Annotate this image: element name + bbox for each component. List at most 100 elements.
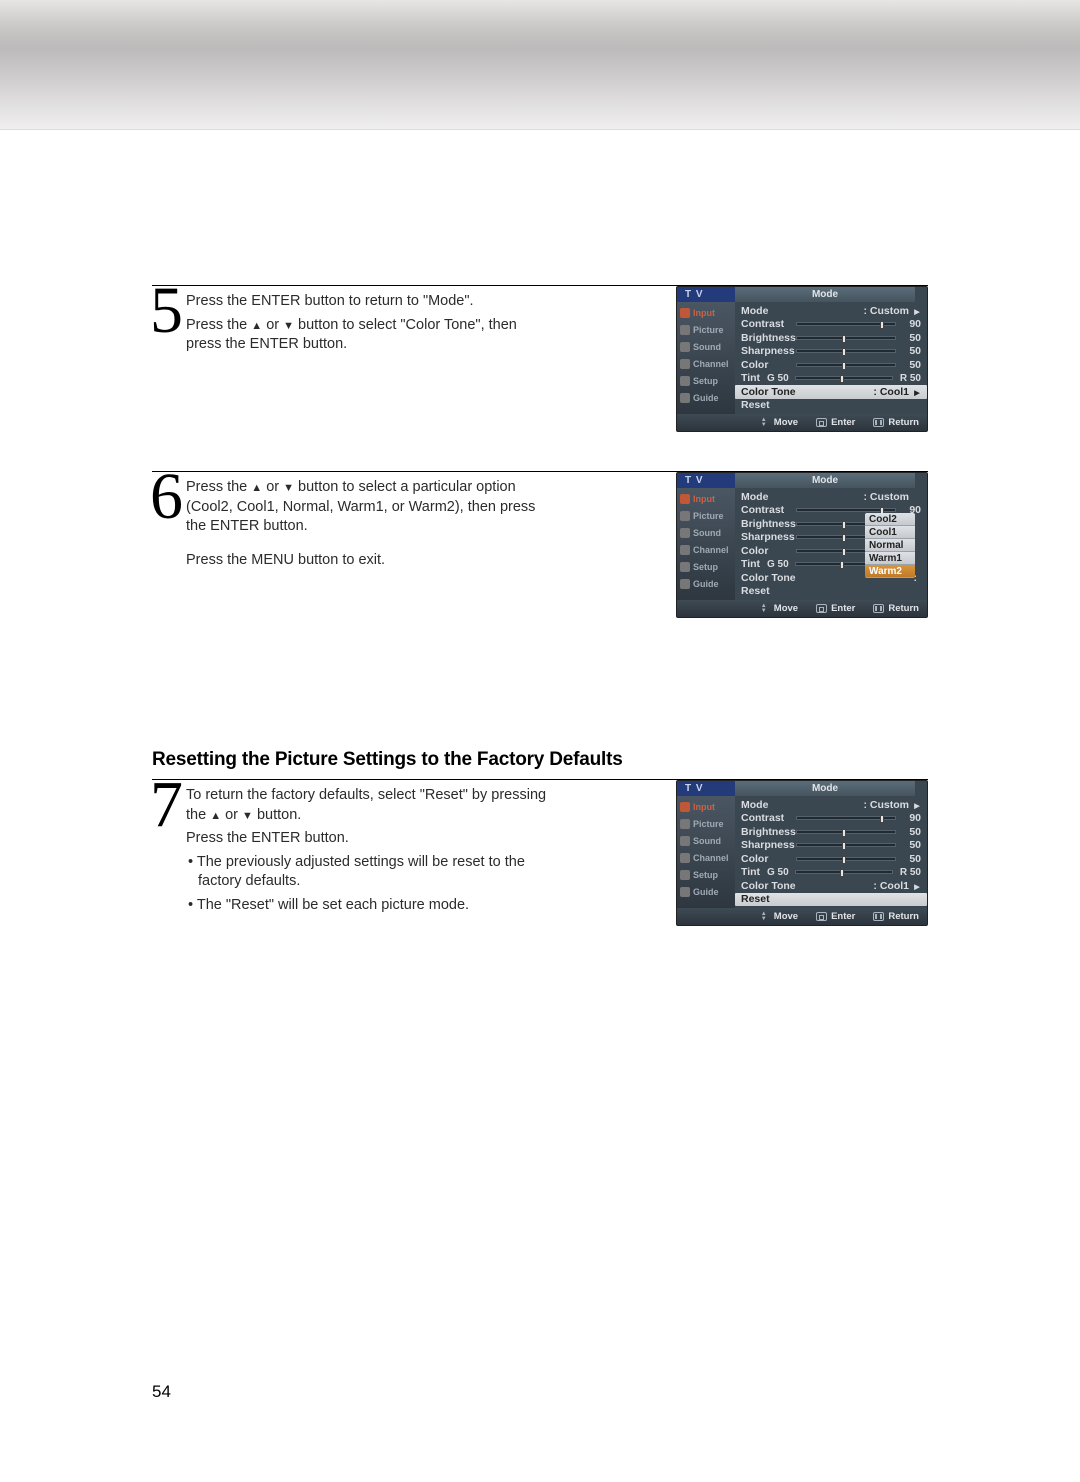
osd-row-colortone[interactable]: Color ToneCool1 <box>741 879 921 893</box>
osd-side-sound[interactable]: Sound <box>677 524 735 541</box>
osd-side-setup-label: Setup <box>693 870 718 880</box>
osd-side-channel[interactable]: Channel <box>677 355 735 372</box>
osd-side-sound[interactable]: Sound <box>677 338 735 355</box>
osd-foot-enter-label: Enter <box>831 417 855 428</box>
osd-tint-g: G 50 <box>767 373 795 384</box>
chevron-right-icon <box>913 386 921 398</box>
osd-row-color[interactable]: Color50 <box>741 358 921 372</box>
osd-colortone-label: Color Tone <box>741 572 796 584</box>
osd-contrast-value: 90 <box>901 318 921 330</box>
contrast-slider[interactable] <box>796 322 896 326</box>
slider-thumb[interactable] <box>840 561 844 569</box>
osd-row-color[interactable]: Color50 <box>741 852 921 866</box>
osd-row-brightness[interactable]: Brightness50 <box>741 825 921 839</box>
tone-option-cool1[interactable]: Cool1 <box>865 526 915 539</box>
osd-row-contrast[interactable]: Contrast90 <box>741 318 921 332</box>
guide-icon <box>680 393 690 403</box>
osd-row-mode[interactable]: ModeCustom <box>741 798 921 812</box>
osd-side-setup[interactable]: Setup <box>677 558 735 575</box>
input-icon <box>680 802 690 812</box>
contrast-slider[interactable] <box>796 816 896 820</box>
slider-thumb[interactable] <box>880 815 884 823</box>
osd-brightness-value: 50 <box>901 332 921 344</box>
osd-color-value: 50 <box>901 359 921 371</box>
osd-side-input[interactable]: Input <box>677 490 735 507</box>
osd-row-reset[interactable]: Reset <box>741 585 921 599</box>
osd-mode-label: Mode <box>741 491 796 503</box>
osd-row-sharpness[interactable]: Sharpness50 <box>741 839 921 853</box>
osd-row-contrast[interactable]: Contrast90 <box>741 812 921 826</box>
osd-side-setup-label: Setup <box>693 376 718 386</box>
tone-option-warm2[interactable]: Warm2 <box>865 565 915 578</box>
return-icon <box>873 912 884 921</box>
tint-slider[interactable] <box>795 870 893 874</box>
slider-thumb[interactable] <box>840 869 844 877</box>
color-slider[interactable] <box>796 857 896 861</box>
osd-panel-2: T V Mode Input Picture Sound Channel Set… <box>676 472 928 618</box>
brightness-slider[interactable] <box>796 830 896 834</box>
brightness-slider[interactable] <box>796 336 896 340</box>
chevron-right-icon <box>913 799 921 811</box>
slider-thumb[interactable] <box>842 548 846 556</box>
tint-slider[interactable] <box>795 376 893 380</box>
osd-side-picture[interactable]: Picture <box>677 507 735 524</box>
osd-row-reset[interactable]: Reset <box>741 399 921 413</box>
color-tone-dropdown: Cool2 Cool1 Normal Warm1 Warm2 <box>865 513 915 578</box>
tone-option-normal[interactable]: Normal <box>865 539 915 552</box>
osd-row-colortone[interactable]: Color ToneCool1 <box>735 385 927 399</box>
osd-side-setup[interactable]: Setup <box>677 372 735 389</box>
osd-side-input[interactable]: Input <box>677 304 735 321</box>
slider-thumb[interactable] <box>840 375 844 383</box>
osd-row-brightness[interactable]: Brightness50 <box>741 331 921 345</box>
channel-icon <box>680 545 690 555</box>
color-slider[interactable] <box>796 363 896 367</box>
slider-thumb[interactable] <box>842 534 846 542</box>
osd-footer: Move Enter Return <box>677 600 927 617</box>
step-6-block: 6 Press the or button to select a partic… <box>152 471 928 649</box>
osd-color-label: Color <box>741 853 796 865</box>
osd-row-mode[interactable]: ModeCustom <box>741 304 921 318</box>
osd-side-channel[interactable]: Channel <box>677 849 735 866</box>
osd-foot-move-label: Move <box>774 911 798 922</box>
osd-brightness-label: Brightness <box>741 518 796 530</box>
slider-thumb[interactable] <box>842 335 846 343</box>
slider-thumb[interactable] <box>842 521 846 529</box>
enter-icon <box>816 604 827 613</box>
osd-row-mode[interactable]: ModeCustom <box>741 490 921 504</box>
contrast-slider[interactable] <box>796 508 896 512</box>
slider-thumb[interactable] <box>842 856 846 864</box>
osd-contrast-label: Contrast <box>741 504 796 516</box>
osd-side-channel[interactable]: Channel <box>677 541 735 558</box>
s5-l2a: Press the <box>186 317 251 333</box>
slider-thumb[interactable] <box>842 348 846 356</box>
osd-side-picture[interactable]: Picture <box>677 815 735 832</box>
chevron-right-icon <box>913 305 921 317</box>
slider-thumb[interactable] <box>842 362 846 370</box>
osd-side-guide[interactable]: Guide <box>677 883 735 900</box>
setup-icon <box>680 562 690 572</box>
osd-side-guide[interactable]: Guide <box>677 389 735 406</box>
osd-side-sound[interactable]: Sound <box>677 832 735 849</box>
osd-reset-label: Reset <box>741 585 796 597</box>
osd-side-setup[interactable]: Setup <box>677 866 735 883</box>
slider-thumb[interactable] <box>880 321 884 329</box>
osd-reset-label: Reset <box>741 399 796 411</box>
osd-row-tint[interactable]: TintG 50R 50 <box>741 866 921 880</box>
arrow-down-icon <box>283 317 294 333</box>
tone-option-warm1[interactable]: Warm1 <box>865 552 915 565</box>
osd-row-tint[interactable]: TintG 50R 50 <box>741 372 921 386</box>
slider-thumb[interactable] <box>842 829 846 837</box>
tone-option-cool2[interactable]: Cool2 <box>865 513 915 526</box>
osd-row-sharpness[interactable]: Sharpness50 <box>741 345 921 359</box>
slider-thumb[interactable] <box>842 842 846 850</box>
osd-side-guide[interactable]: Guide <box>677 575 735 592</box>
sharpness-slider[interactable] <box>796 349 896 353</box>
osd-side-input[interactable]: Input <box>677 798 735 815</box>
osd-foot-move: Move <box>761 911 798 922</box>
page-number: 54 <box>152 1382 171 1402</box>
osd-foot-enter: Enter <box>816 417 855 428</box>
sharpness-slider[interactable] <box>796 843 896 847</box>
osd-foot-move-label: Move <box>774 603 798 614</box>
osd-side-picture[interactable]: Picture <box>677 321 735 338</box>
osd-row-reset[interactable]: Reset <box>735 893 927 907</box>
